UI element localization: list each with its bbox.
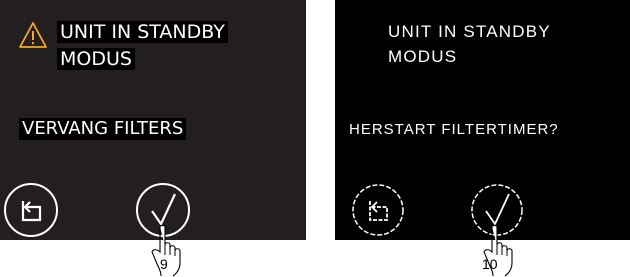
- step-number: 9: [160, 256, 168, 272]
- warning-triangle-icon: [18, 20, 48, 50]
- display-screen-replace-filters: UNIT IN STANDBY MODUS VERVANG FILTERS: [0, 0, 306, 240]
- status-title-line2: MODUS: [388, 47, 458, 66]
- instruction-text: VERVANG FILTERS: [19, 118, 187, 140]
- pointing-hand-icon: [469, 225, 529, 277]
- status-title-line2: MODUS: [57, 48, 135, 70]
- back-arrow-icon: [352, 184, 404, 236]
- back-button[interactable]: [349, 181, 407, 239]
- back-arrow-icon: [4, 183, 58, 237]
- status-title-line1: UNIT IN STANDBY: [388, 22, 551, 41]
- status-title-line1: UNIT IN STANDBY: [57, 21, 228, 43]
- display-screen-restart-filter-timer: UNIT IN STANDBY MODUS HERSTART FILTERTIM…: [335, 0, 630, 240]
- step-number: 10: [482, 256, 498, 272]
- back-button[interactable]: [2, 181, 60, 239]
- instruction-text: HERSTART FILTERTIMER?: [349, 121, 559, 138]
